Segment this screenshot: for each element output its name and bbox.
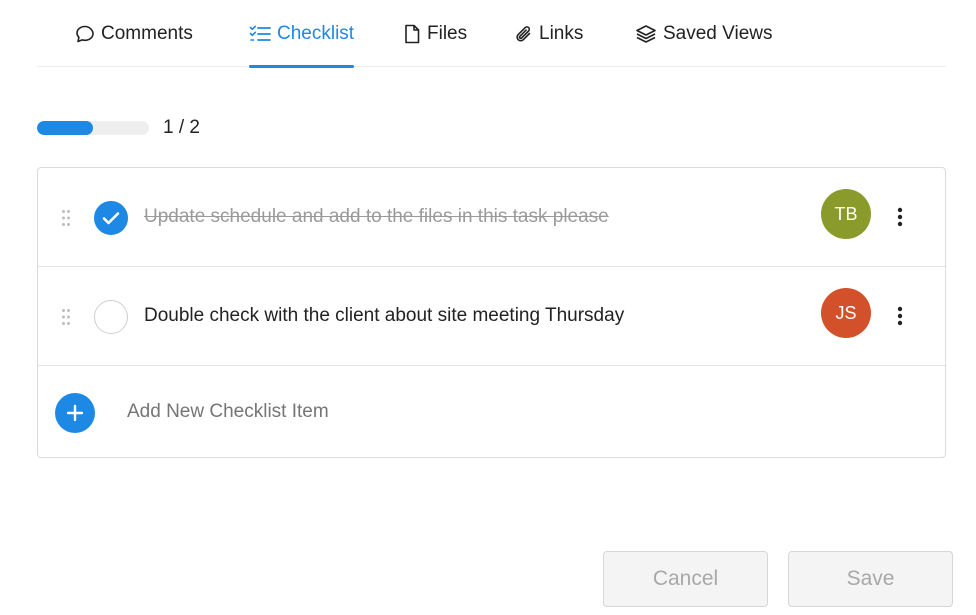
tab-checklist[interactable]: Checklist bbox=[249, 0, 355, 68]
layers-icon bbox=[636, 24, 656, 43]
drag-handle-icon[interactable] bbox=[61, 209, 71, 227]
tab-label: Comments bbox=[101, 22, 193, 44]
checklist-item: Double check with the client about site … bbox=[38, 267, 945, 366]
item-checkbox[interactable] bbox=[94, 300, 128, 334]
tab-links[interactable]: Links bbox=[515, 0, 583, 67]
paperclip-icon bbox=[516, 25, 531, 42]
more-options-button[interactable] bbox=[890, 303, 910, 329]
more-vertical-icon bbox=[897, 306, 903, 326]
tab-files[interactable]: Files bbox=[403, 0, 467, 67]
add-item-button[interactable] bbox=[55, 393, 95, 433]
assignee-avatar[interactable]: JS bbox=[821, 288, 871, 338]
tab-label: Files bbox=[427, 22, 468, 44]
progress-fill bbox=[37, 121, 93, 135]
checklist-item: Update schedule and add to the files in … bbox=[38, 168, 945, 267]
tab-label: Links bbox=[539, 22, 584, 44]
plus-icon bbox=[66, 404, 84, 422]
more-options-button[interactable] bbox=[890, 204, 910, 230]
cancel-button[interactable]: Cancel bbox=[603, 551, 768, 607]
checkmark-icon bbox=[102, 212, 120, 225]
item-text[interactable]: Double check with the client about site … bbox=[144, 305, 624, 327]
progress-count: 1 / 2 bbox=[163, 117, 200, 138]
tab-label: Saved Views bbox=[663, 22, 773, 44]
tab-bar: Comments Checklist Files Links Saved Vie… bbox=[37, 0, 946, 68]
tab-label: Checklist bbox=[277, 22, 355, 44]
file-icon bbox=[405, 24, 420, 43]
add-checklist-item-row bbox=[38, 366, 945, 458]
save-button[interactable]: Save bbox=[788, 551, 953, 607]
checklist-icon bbox=[249, 25, 271, 41]
tab-saved-views[interactable]: Saved Views bbox=[635, 0, 773, 67]
new-checklist-item-input[interactable] bbox=[127, 401, 727, 423]
item-text[interactable]: Update schedule and add to the files in … bbox=[144, 206, 609, 228]
drag-handle-icon[interactable] bbox=[61, 308, 71, 326]
comment-icon bbox=[76, 25, 94, 42]
tab-comments[interactable]: Comments bbox=[75, 0, 193, 67]
item-checkbox[interactable] bbox=[94, 201, 128, 235]
more-vertical-icon bbox=[897, 207, 903, 227]
checklist-progress-bar bbox=[37, 121, 149, 135]
checklist: Update schedule and add to the files in … bbox=[37, 167, 946, 458]
assignee-avatar[interactable]: TB bbox=[821, 189, 871, 239]
